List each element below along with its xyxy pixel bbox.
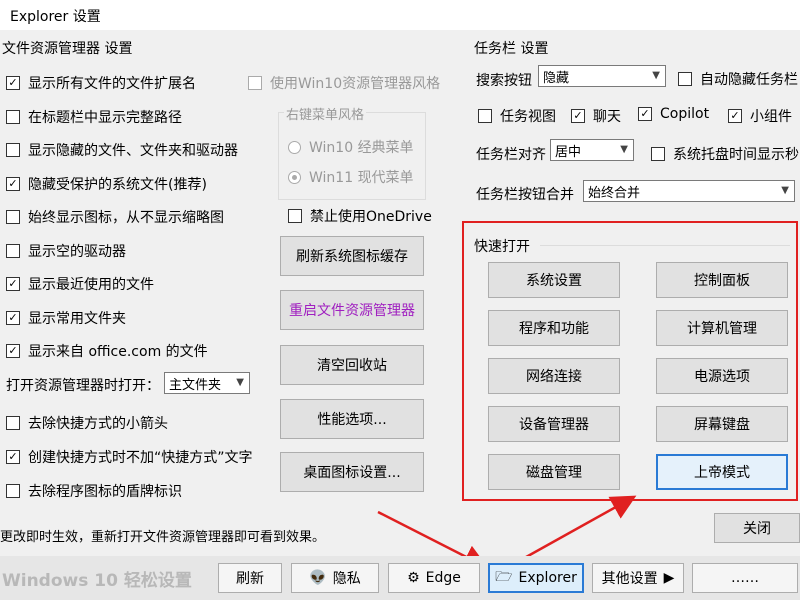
folder-icon: 🗁 [495, 569, 513, 585]
refresh-label: 刷新 [236, 571, 264, 587]
edge-button[interactable]: ⚙ Edge [388, 563, 480, 593]
more-settings-button[interactable]: 其他设置 ▶ [592, 563, 684, 593]
gear-icon: ⚙ [407, 570, 420, 586]
privacy-button[interactable]: 👽 隐私 [291, 563, 379, 593]
play-icon: ▶ [663, 570, 675, 586]
alien-icon: 👽 [309, 570, 327, 586]
brand-text: Windows 10 轻松设置 [2, 571, 192, 591]
refresh-button[interactable]: 刷新 [218, 563, 282, 593]
privacy-label: 隐私 [332, 571, 361, 587]
annotation-arrows [377, 495, 637, 569]
last-label: …… [731, 570, 759, 586]
explorer-button[interactable]: 🗁 Explorer [488, 563, 584, 593]
last-button[interactable]: …… [692, 563, 798, 593]
edge-label: Edge [425, 570, 461, 586]
more-settings-label: 其他设置 [601, 571, 658, 587]
explorer-label: Explorer [518, 570, 577, 586]
